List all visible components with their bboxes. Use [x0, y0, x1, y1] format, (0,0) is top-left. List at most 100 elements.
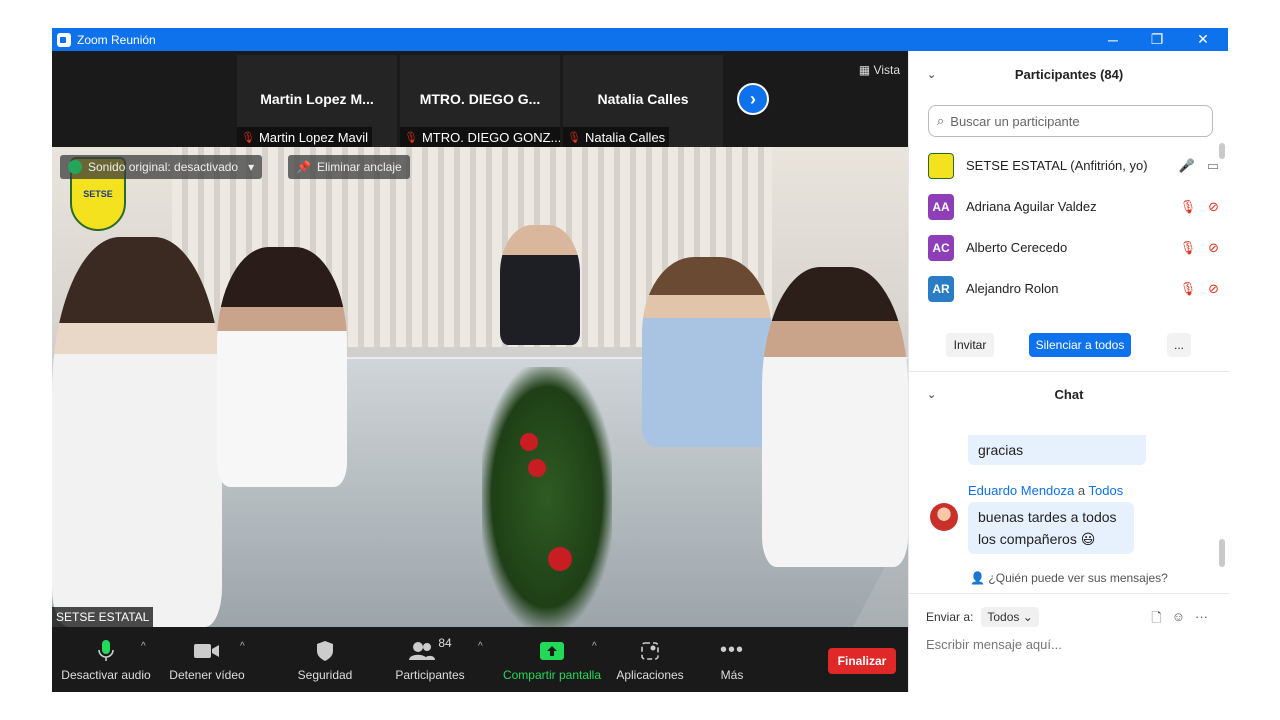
stop-video-button[interactable]: Detener vídeo [164, 627, 250, 692]
participants-header: ⌄ Participantes (84) [909, 51, 1229, 97]
chevron-down-icon[interactable]: ▾ [248, 160, 254, 174]
main-video: SETSE Sonido original: desactivado ▾ 📌 Eli… [52, 147, 908, 627]
send-to: Enviar a: Todos ⌄ [926, 607, 1039, 627]
participants-options-caret[interactable]: ^ [478, 641, 483, 652]
participant-row[interactable]: AA Adriana Aguilar Valdez 🎙 ⊘ [909, 186, 1219, 227]
more-button[interactable]: ••• Más [708, 627, 756, 692]
recipient-value: Todos [987, 610, 1020, 624]
more-icon: ••• [719, 639, 744, 661]
mic-muted-icon: 🎙 [404, 131, 418, 144]
tile-label-text: Natalia Calles [584, 129, 666, 145]
meeting-area: Martin Lopez M... 🎙 Martin Lopez Mavil MT… [52, 51, 908, 692]
share-screen-icon [540, 638, 564, 664]
user-lock-icon: 👤 [970, 571, 989, 585]
recipient-name[interactable]: Todos [1089, 483, 1124, 498]
divider [909, 593, 1229, 594]
participant-name: Alejandro Rolon [966, 281, 1059, 296]
end-meeting-button[interactable]: Finalizar [828, 648, 896, 674]
tile-name: MTRO. DIEGO G... [419, 91, 541, 107]
participants-label: Participantes [395, 667, 465, 682]
security-button[interactable]: Seguridad [292, 627, 358, 692]
next-page-button[interactable]: › [737, 83, 769, 115]
original-sound-toggle[interactable]: Sonido original: desactivado ▾ [60, 155, 263, 179]
camera-icon: ▭ [1206, 157, 1219, 173]
send-to-label: Enviar a: [926, 610, 974, 624]
participant-status: 🎙 ⊘ [1180, 281, 1219, 297]
apps-label: Aplicaciones [616, 667, 684, 682]
ornament [520, 433, 538, 451]
person [500, 225, 580, 345]
restore-button[interactable]: ❐ [1134, 28, 1180, 51]
video-tile[interactable]: MTRO. DIEGO G... 🎙 MTRO. DIEGO GONZ... [400, 55, 560, 147]
chat-scrollbar[interactable] [1219, 539, 1225, 567]
who-can-see-link[interactable]: 👤 ¿Quién puede ver sus mensajes? [909, 571, 1229, 585]
title-bar: Zoom Reunión ─ ❐ ✕ [52, 28, 1228, 51]
tile-label: 🎙 MTRO. DIEGO GONZ... [400, 127, 560, 147]
unpin-button[interactable]: 📌 Eliminar anclaje [288, 155, 410, 179]
zoom-app-icon [57, 32, 71, 47]
video-options-caret[interactable]: ^ [240, 641, 245, 652]
participant-list: SETSE ESTATAL (Anfitrión, yo) 🎤 ▭ AA Adri… [909, 145, 1229, 317]
share-options-caret[interactable]: ^ [592, 641, 597, 652]
shield-icon [316, 638, 334, 664]
tile-name: Natalia Calles [597, 91, 689, 107]
more-options-button[interactable]: ... [1167, 333, 1191, 357]
to-word: a [1077, 483, 1086, 498]
logo-text: SETSE [83, 189, 113, 199]
participant-scrollbar[interactable] [1219, 143, 1225, 159]
encryption-shield-icon [68, 160, 82, 174]
chat-sender: Eduardo Mendoza a Todos [968, 483, 1123, 498]
participant-row[interactable]: AC Alberto Cerecedo 🎙 ⊘ [909, 227, 1219, 268]
chat-message: buenas tardes a todos los compañeros 😃 [968, 502, 1134, 554]
chevron-down-icon: ⌄ [1022, 610, 1033, 624]
participant-row[interactable]: AR Alejandro Rolon 🎙 ⊘ [909, 268, 1219, 309]
chat-tools: 🗋 ☺ ··· [1151, 609, 1208, 631]
more-icon[interactable]: ··· [1195, 609, 1208, 631]
who-can-see-label: ¿Quién puede ver sus mensajes? [988, 571, 1168, 585]
participant-row[interactable]: SETSE ESTATAL (Anfitrión, yo) 🎤 ▭ [909, 145, 1219, 186]
speaker-name: SETSE ESTATAL [52, 607, 154, 627]
chevron-down-icon[interactable]: ⌄ [927, 388, 936, 401]
apps-button[interactable]: Aplicaciones [614, 627, 686, 692]
share-screen-button[interactable]: Compartir pantalla [498, 627, 606, 692]
apps-icon [641, 638, 659, 664]
camera-off-icon: ⊘ [1208, 239, 1219, 255]
recipient-dropdown[interactable]: Todos ⌄ [981, 607, 1039, 627]
invite-button[interactable]: Invitar [946, 333, 994, 357]
chat-message-input[interactable]: Escribir mensaje aquí... [926, 637, 1062, 652]
participant-status: 🎤 ▭ [1179, 158, 1219, 174]
video-tile[interactable]: Natalia Calles 🎙 Natalia Calles [563, 55, 723, 147]
zoom-window: Zoom Reunión ─ ❐ ✕ Martin Lopez M... 🎙 Ma… [52, 28, 1229, 692]
chat-header: ⌄ Chat [909, 371, 1229, 417]
camera-icon [194, 638, 220, 664]
view-button[interactable]: ▦ Vista [859, 63, 900, 77]
security-label: Seguridad [297, 667, 353, 682]
window-title: Zoom Reunión [77, 32, 156, 47]
sender-name[interactable]: Eduardo Mendoza [968, 483, 1074, 498]
mute-all-button[interactable]: Silenciar a todos [1029, 333, 1131, 357]
mute-audio-label: Desactivar audio [61, 667, 151, 682]
emoji-icon[interactable]: ☺ [1172, 609, 1185, 631]
person [52, 237, 222, 627]
audio-options-caret[interactable]: ^ [141, 641, 146, 652]
message-line: buenas tardes a todos [978, 509, 1117, 525]
meeting-toolbar: Desactivar audio ^ Detener vídeo ^ Segur… [52, 627, 908, 692]
video-tile[interactable]: Martin Lopez M... 🎙 Martin Lopez Mavil [237, 55, 397, 147]
participant-name: Alberto Cerecedo [966, 240, 1068, 255]
mute-audio-button[interactable]: Desactivar audio [58, 627, 154, 692]
minimize-button[interactable]: ─ [1090, 28, 1136, 51]
tile-label-text: Martin Lopez Mavil [258, 129, 369, 145]
participants-button[interactable]: 84 Participantes [390, 627, 470, 692]
file-icon[interactable]: 🗋 [1151, 609, 1161, 631]
participant-status: 🎙 ⊘ [1180, 199, 1219, 215]
participant-strip: Martin Lopez M... 🎙 Martin Lopez Mavil MT… [52, 51, 908, 147]
view-label: Vista [873, 63, 900, 77]
avatar: AR [928, 275, 954, 302]
close-button[interactable]: ✕ [1180, 28, 1226, 51]
ornament [528, 459, 546, 477]
participant-search-input[interactable]: ⌕ Buscar un participante [928, 105, 1213, 137]
original-sound-label: Sonido original: desactivado [88, 160, 239, 174]
tile-name: Martin Lopez M... [260, 91, 374, 107]
chevron-down-icon[interactable]: ⌄ [927, 68, 936, 81]
camera-off-icon: ⊘ [1208, 280, 1219, 296]
